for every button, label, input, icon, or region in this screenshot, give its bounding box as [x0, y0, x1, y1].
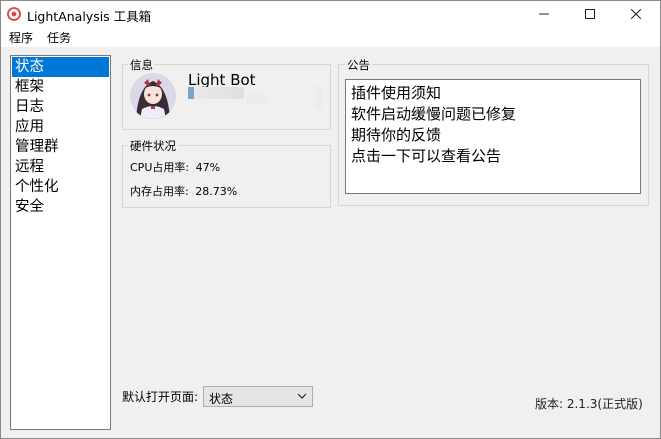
nav-item-status[interactable]: 状态	[12, 57, 109, 77]
default-page-select[interactable]: 状态	[203, 386, 313, 407]
default-page-label: 默认打开页面:	[122, 390, 199, 404]
memory-usage: 内存占用率: 28.73%	[130, 183, 237, 199]
nav-item-apps[interactable]: 应用	[12, 117, 109, 137]
redacted-text	[188, 87, 244, 99]
nav-item-personalize[interactable]: 个性化	[12, 177, 109, 197]
notice-group-title: 公告	[345, 57, 372, 73]
redacted-text	[316, 85, 322, 109]
close-icon	[631, 9, 641, 19]
notice-item[interactable]: 软件启动缓慢问题已修复	[351, 103, 516, 124]
nav-item-remote[interactable]: 远程	[12, 157, 109, 177]
chevron-down-icon	[297, 393, 307, 399]
hardware-group-title: 硬件状况	[128, 138, 178, 154]
app-window: LightAnalysis 工具箱 程序 任务 状态 框架 日志 应用 管理群 …	[0, 0, 661, 439]
minimize-button[interactable]	[521, 1, 567, 27]
app-logo-icon	[7, 7, 21, 21]
cpu-usage-label: CPU占用率:	[130, 161, 190, 174]
notice-item[interactable]: 插件使用须知	[351, 82, 441, 103]
memory-usage-label: 内存占用率:	[130, 185, 189, 198]
window-title: LightAnalysis 工具箱	[27, 9, 152, 24]
menu-program[interactable]: 程序	[9, 29, 33, 46]
info-group-title: 信息	[128, 57, 155, 73]
maximize-icon	[585, 9, 595, 19]
cpu-usage: CPU占用率: 47%	[130, 159, 220, 175]
notice-list[interactable]: 插件使用须知 软件启动缓慢问题已修复 期待你的反馈 点击一下可以查看公告	[345, 79, 641, 194]
maximize-button[interactable]	[567, 1, 613, 27]
bot-avatar	[130, 73, 176, 119]
redacted-text	[246, 94, 268, 104]
nav-item-logs[interactable]: 日志	[12, 97, 109, 117]
nav-list[interactable]: 状态 框架 日志 应用 管理群 远程 个性化 安全	[10, 55, 111, 430]
menu-bar: 程序 任务	[1, 27, 660, 47]
menu-task[interactable]: 任务	[47, 29, 71, 46]
version-label: 版本: 2.1.3(正式版)	[535, 397, 643, 411]
cpu-usage-value: 47%	[195, 161, 221, 174]
memory-usage-value: 28.73%	[195, 185, 238, 198]
nav-item-manage-groups[interactable]: 管理群	[12, 137, 109, 157]
nav-item-framework[interactable]: 框架	[12, 77, 109, 97]
minimize-icon	[539, 13, 549, 15]
notice-item[interactable]: 期待你的反馈	[351, 124, 441, 145]
close-button[interactable]	[613, 1, 659, 27]
notice-item[interactable]: 点击一下可以查看公告	[351, 145, 501, 166]
nav-item-security[interactable]: 安全	[12, 197, 109, 217]
title-bar[interactable]: LightAnalysis 工具箱	[1, 1, 660, 27]
default-page-value: 状态	[209, 392, 234, 406]
